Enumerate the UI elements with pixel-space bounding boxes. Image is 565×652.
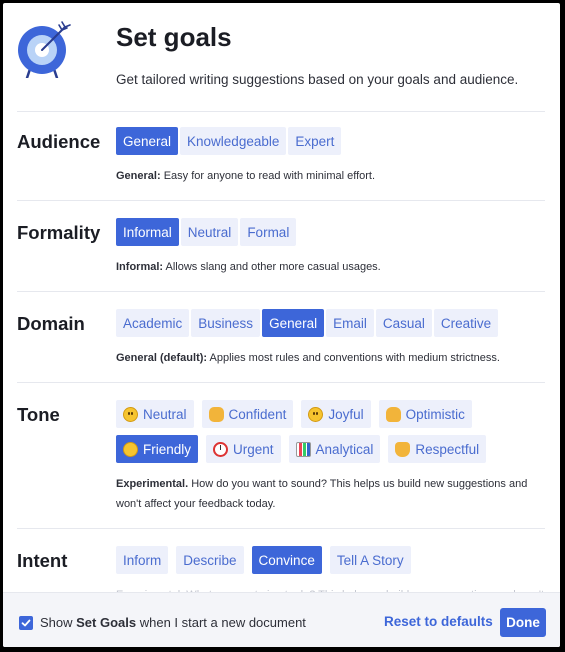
- domain-option-general[interactable]: General: [262, 309, 325, 337]
- handshake-icon: [208, 406, 224, 422]
- tone-options-row-1: Neutral Confident Joyful Optimistic: [116, 400, 472, 428]
- tone-option-urgent[interactable]: Urgent: [206, 435, 281, 463]
- section-title-audience: Audience: [17, 131, 101, 152]
- dialog-header: Set goals Get tailored writing suggestio…: [3, 3, 560, 111]
- formality-option-informal[interactable]: Informal: [116, 218, 179, 246]
- formality-description: Informal: Allows slang and other more ca…: [116, 257, 381, 277]
- tone-option-label: Analytical: [315, 441, 374, 457]
- tone-description: Experimental. How do you want to sound? …: [116, 474, 527, 514]
- tone-option-label: Neutral: [143, 406, 187, 422]
- tone-option-friendly[interactable]: Friendly: [116, 435, 199, 463]
- neutral-face-icon: [123, 406, 138, 422]
- reset-to-defaults-button[interactable]: Reset to defaults: [384, 614, 493, 629]
- tone-option-optimistic[interactable]: Optimistic: [378, 400, 472, 428]
- footer-text-before: Show: [40, 615, 77, 630]
- intent-option-convince[interactable]: Convince: [251, 546, 322, 574]
- section-title-intent: Intent: [17, 550, 68, 571]
- tone-option-label: Urgent: [233, 441, 274, 457]
- formality-desc-label: Informal:: [116, 261, 164, 273]
- audience-option-general[interactable]: General: [116, 127, 179, 155]
- formality-desc-text: Allows slang and other more casual usage…: [163, 261, 381, 273]
- alarm-clock-icon: [213, 441, 229, 457]
- section-title-domain: Domain: [17, 313, 85, 334]
- section-title-tone: Tone: [17, 404, 60, 425]
- domain-option-business[interactable]: Business: [191, 309, 261, 337]
- domain-description: General (default): Applies most rules an…: [116, 348, 500, 368]
- done-button[interactable]: Done: [500, 608, 546, 637]
- section-title-formality: Formality: [17, 222, 101, 243]
- tone-option-confident[interactable]: Confident: [201, 400, 294, 428]
- footer-text-after: when I start a new document: [136, 615, 306, 630]
- audience-options: General Knowledgeable Expert: [116, 127, 342, 155]
- hugging-face-icon: [123, 441, 138, 457]
- tone-options-row-2: Friendly Urgent Analytical Respectful: [116, 435, 487, 463]
- smiling-face-icon: [308, 406, 324, 422]
- tone-option-label: Respectful: [415, 441, 480, 457]
- page-subtitle: Get tailored writing suggestions based o…: [116, 72, 519, 87]
- domain-desc-text: Applies most rules and conventions with …: [207, 352, 500, 364]
- dialog-footer: Show Set Goals when I start a new docume…: [3, 592, 560, 647]
- tone-desc-label: Experimental.: [116, 478, 189, 490]
- domain-option-casual[interactable]: Casual: [375, 309, 432, 337]
- tone-desc-line1: How do you want to sound? This helps us …: [188, 478, 528, 490]
- tone-option-analytical[interactable]: Analytical: [288, 435, 381, 463]
- audience-desc-label: General:: [116, 170, 161, 182]
- tone-option-label: Confident: [228, 406, 287, 422]
- bar-chart-icon: [295, 441, 311, 457]
- domain-option-creative[interactable]: Creative: [433, 309, 499, 337]
- audience-option-knowledgeable[interactable]: Knowledgeable: [180, 127, 287, 155]
- intent-option-tell-a-story[interactable]: Tell A Story: [329, 546, 411, 574]
- intent-option-inform[interactable]: Inform: [116, 546, 169, 574]
- audience-desc-text: Easy for anyone to read with minimal eff…: [160, 170, 376, 182]
- tone-option-label: Optimistic: [405, 406, 465, 422]
- domain-option-academic[interactable]: Academic: [116, 309, 190, 337]
- divider: [17, 291, 545, 292]
- page-title: Set goals: [116, 22, 232, 52]
- victory-hand-icon: [385, 406, 401, 422]
- tone-desc-line2: won't affect your feedback today.: [116, 498, 276, 510]
- audience-option-expert[interactable]: Expert: [288, 127, 342, 155]
- formality-option-formal[interactable]: Formal: [240, 218, 297, 246]
- domain-desc-label: General (default):: [116, 352, 208, 364]
- divider: [17, 528, 545, 529]
- tone-option-joyful[interactable]: Joyful: [301, 400, 371, 428]
- tone-option-neutral[interactable]: Neutral: [116, 400, 194, 428]
- tone-option-label: Friendly: [143, 441, 192, 457]
- tone-option-respectful[interactable]: Respectful: [388, 435, 487, 463]
- formality-option-neutral[interactable]: Neutral: [180, 218, 239, 246]
- show-set-goals-checkbox[interactable]: [19, 616, 33, 630]
- tone-option-label: Joyful: [328, 406, 364, 422]
- domain-options: Academic Business General Email Casual C…: [116, 309, 499, 337]
- raising-hands-icon: [395, 441, 411, 457]
- domain-option-email[interactable]: Email: [326, 309, 374, 337]
- set-goals-dialog: Set goals Get tailored writing suggestio…: [3, 3, 560, 647]
- checkmark-icon: [21, 619, 31, 627]
- audience-description: General: Easy for anyone to read with mi…: [116, 166, 375, 186]
- divider: [17, 111, 545, 112]
- intent-option-describe[interactable]: Describe: [176, 546, 244, 574]
- intent-options: Inform Describe Convince Tell A Story: [116, 546, 411, 574]
- formality-options: Informal Neutral Formal: [116, 218, 297, 246]
- footer-text-strong: Set Goals: [76, 615, 137, 630]
- divider: [17, 200, 545, 201]
- target-with-arrow-icon: [18, 21, 71, 78]
- show-set-goals-label[interactable]: Show Set Goals when I start a new docume…: [40, 615, 306, 630]
- divider: [17, 382, 545, 383]
